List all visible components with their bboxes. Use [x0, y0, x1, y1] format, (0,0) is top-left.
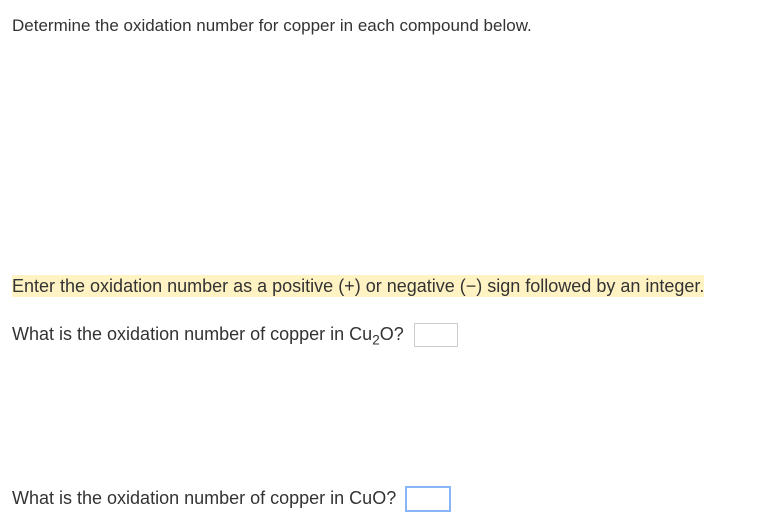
question-prompt: Determine the oxidation number for coppe… — [0, 0, 784, 36]
content-area: Enter the oxidation number as a positive… — [0, 274, 784, 511]
instruction-wrapper: Enter the oxidation number as a positive… — [12, 274, 772, 299]
question-1-text: What is the oxidation number of copper i… — [12, 324, 404, 345]
question-2-text: What is the oxidation number of copper i… — [12, 488, 396, 509]
answer-input-2[interactable] — [406, 487, 450, 511]
question-1-prefix: What is the oxidation number of copper i… — [12, 324, 372, 344]
question-1-subscript: 2 — [372, 333, 380, 348]
question-2-line: What is the oxidation number of copper i… — [12, 487, 772, 511]
input-format-instruction: Enter the oxidation number as a positive… — [12, 275, 704, 297]
question-1-line: What is the oxidation number of copper i… — [12, 323, 772, 347]
question-1-suffix: O? — [380, 324, 404, 344]
answer-input-1[interactable] — [414, 323, 458, 347]
